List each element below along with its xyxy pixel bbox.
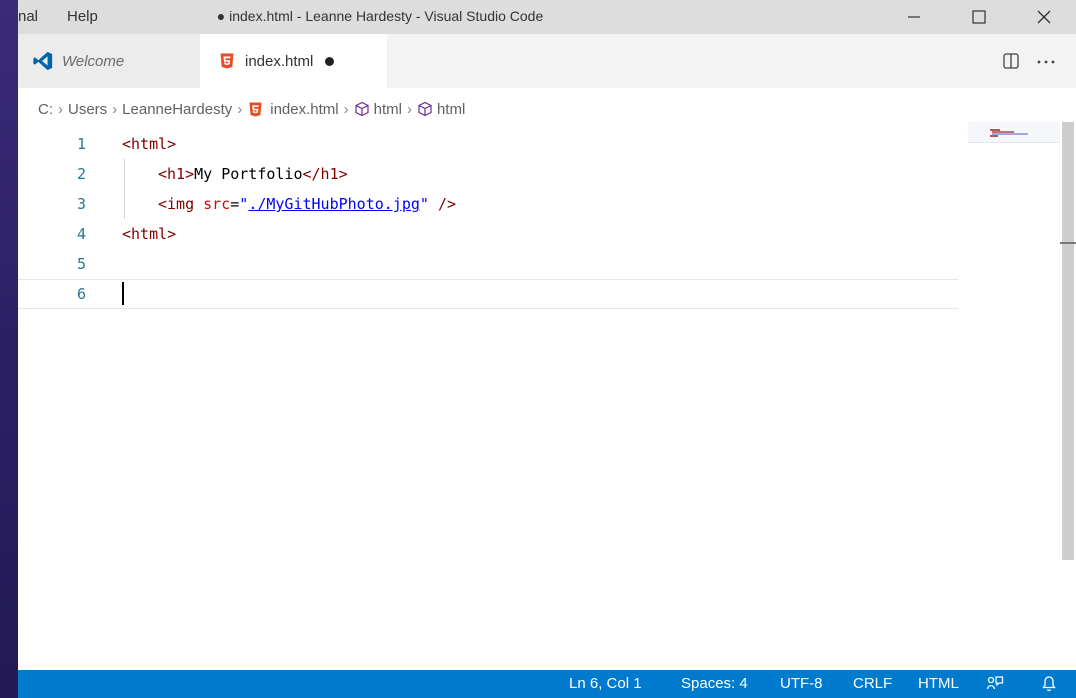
chevron-right-icon: ›	[58, 100, 63, 118]
desktop-background	[0, 0, 18, 698]
code-lines[interactable]: <html> <h1>My Portfolio</h1> <img src=".…	[122, 129, 958, 309]
breadcrumb-symbol-html[interactable]: html	[374, 101, 402, 118]
minimap[interactable]	[968, 122, 1060, 670]
minimize-button[interactable]	[891, 0, 937, 34]
code-line-1[interactable]: <html>	[122, 129, 958, 159]
symbol-cube-icon	[418, 101, 432, 117]
maximize-icon	[972, 10, 986, 24]
chevron-right-icon: ›	[343, 100, 349, 118]
line-number: 4	[76, 225, 86, 243]
line-number: 5	[76, 255, 86, 273]
scrollbar-thumb[interactable]	[1062, 122, 1074, 560]
status-cursor-position[interactable]: Ln 6, Col 1	[569, 675, 642, 692]
src-attribute: src	[203, 195, 231, 213]
breadcrumb-symbol-html-2[interactable]: html	[437, 101, 465, 118]
line-number: 6	[76, 285, 86, 303]
vscode-window: nal Help ● index.html - Leanne Hardesty …	[18, 0, 1076, 698]
code-line-6[interactable]	[122, 279, 958, 309]
symbol-cube-icon	[355, 101, 369, 117]
window-title: ● index.html - Leanne Hardesty - Visual …	[216, 8, 544, 24]
status-bar: Ln 6, Col 1 Spaces: 4 UTF-8 CRLF HTML	[18, 670, 1076, 698]
chevron-right-icon: ›	[237, 100, 243, 118]
status-indentation[interactable]: Spaces: 4	[681, 675, 748, 692]
line-number-gutter: 1 2 3 4 5 6	[18, 129, 86, 309]
cursor-position-marker	[1060, 242, 1076, 244]
tab-index-label: index.html	[245, 52, 314, 70]
indent-guide	[122, 189, 158, 219]
chevron-right-icon: ›	[112, 100, 118, 118]
h1-text: My Portfolio	[194, 165, 303, 183]
indent-guide	[122, 159, 158, 189]
vscode-logo-icon	[33, 51, 53, 71]
minimap-line	[990, 135, 998, 137]
image-path-link[interactable]: ./MyGitHubPhoto.jpg	[248, 195, 420, 213]
html-open-tag: <html>	[122, 135, 177, 153]
breadcrumb-file[interactable]: index.html	[270, 101, 338, 118]
open-quote: "	[239, 195, 249, 213]
status-language[interactable]: HTML	[918, 675, 959, 692]
line-number: 2	[76, 165, 86, 183]
more-actions-icon[interactable]	[1036, 52, 1056, 70]
close-quote: "	[419, 195, 429, 213]
tab-bar: Welcome index.html	[18, 34, 1076, 88]
feedback-icon[interactable]	[986, 675, 1004, 693]
code-line-4[interactable]: <html>	[122, 219, 958, 249]
code-line-2[interactable]: <h1>My Portfolio</h1>	[122, 159, 958, 189]
editor-actions	[1002, 34, 1076, 88]
html5-icon	[249, 102, 262, 116]
equals-sign: =	[230, 195, 240, 213]
html5-icon	[220, 53, 234, 69]
bell-icon[interactable]	[1041, 675, 1057, 693]
breadcrumb: C: › Users › LeanneHardesty › index.html…	[38, 96, 465, 122]
status-encoding[interactable]: UTF-8	[780, 675, 823, 692]
code-line-3[interactable]: <img src="./MyGitHubPhoto.jpg" />	[122, 189, 958, 219]
status-eol[interactable]: CRLF	[853, 675, 892, 692]
close-button[interactable]	[1021, 0, 1067, 34]
img-tag: <img	[158, 195, 195, 213]
tab-welcome-label: Welcome	[62, 52, 125, 70]
breadcrumb-users[interactable]: Users	[68, 101, 107, 118]
breadcrumb-drive[interactable]: C:	[38, 101, 53, 118]
h1-close-tag: </h1>	[302, 165, 348, 183]
split-editor-icon[interactable]	[1002, 52, 1020, 70]
text-cursor	[122, 282, 124, 305]
code-editor[interactable]: 1 2 3 4 5 6 <html> <h1>My Portfolio</h1>…	[18, 122, 1076, 670]
breadcrumb-user-folder[interactable]: LeanneHardesty	[122, 101, 232, 118]
html-tag-line-4: <html>	[122, 225, 177, 243]
close-icon	[1037, 10, 1051, 24]
title-bar: nal Help ● index.html - Leanne Hardesty …	[18, 0, 1076, 34]
self-close-tag: />	[437, 195, 457, 213]
unsaved-dot-icon[interactable]	[325, 56, 335, 66]
code-line-5[interactable]	[122, 249, 958, 279]
chevron-right-icon: ›	[406, 100, 412, 118]
tab-index-html[interactable]: index.html	[200, 34, 387, 88]
line-number: 1	[76, 135, 86, 153]
line-number: 3	[76, 195, 86, 213]
vertical-scrollbar[interactable]	[1060, 122, 1076, 670]
h1-open-tag: <h1>	[158, 165, 195, 183]
tab-welcome[interactable]: Welcome	[18, 34, 200, 88]
minimize-icon	[908, 16, 920, 18]
maximize-button[interactable]	[956, 0, 1002, 34]
